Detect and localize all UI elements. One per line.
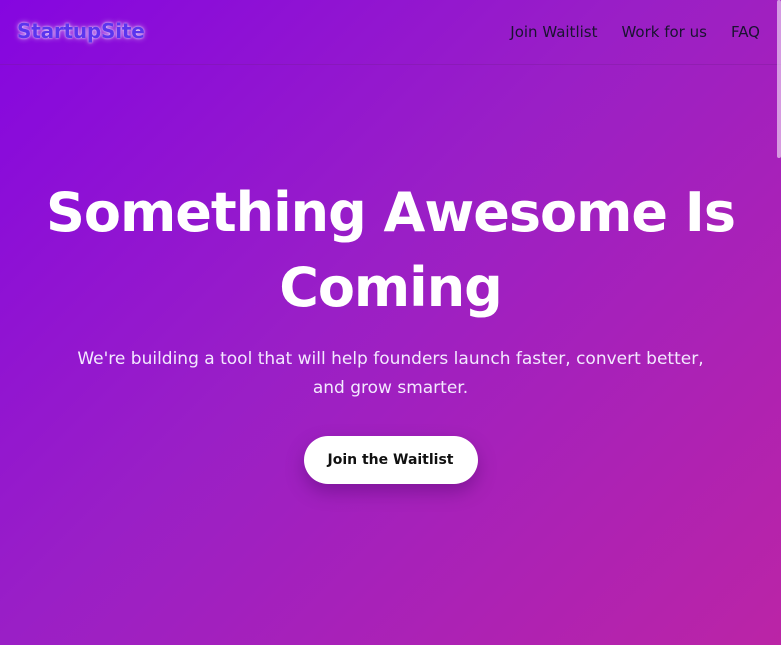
brand-logo[interactable]: StartupSite xyxy=(17,19,145,43)
nav-work-for-us-link[interactable]: Work for us xyxy=(621,23,706,41)
main-nav: Join Waitlist Work for us FAQ xyxy=(510,23,760,41)
hero-title: Something Awesome Is Coming xyxy=(45,181,736,319)
nav-join-waitlist-link[interactable]: Join Waitlist xyxy=(510,23,597,41)
nav-faq-link[interactable]: FAQ xyxy=(731,23,760,41)
hero-subtitle: We're building a tool that will help fou… xyxy=(77,349,704,398)
page-scrollbar[interactable] xyxy=(777,0,781,158)
join-waitlist-button[interactable]: Join the Waitlist xyxy=(303,436,478,484)
hero-section: Something Awesome Is Coming We're buildi… xyxy=(0,175,781,484)
top-navigation-bar: StartupSite Join Waitlist Work for us FA… xyxy=(0,0,781,65)
